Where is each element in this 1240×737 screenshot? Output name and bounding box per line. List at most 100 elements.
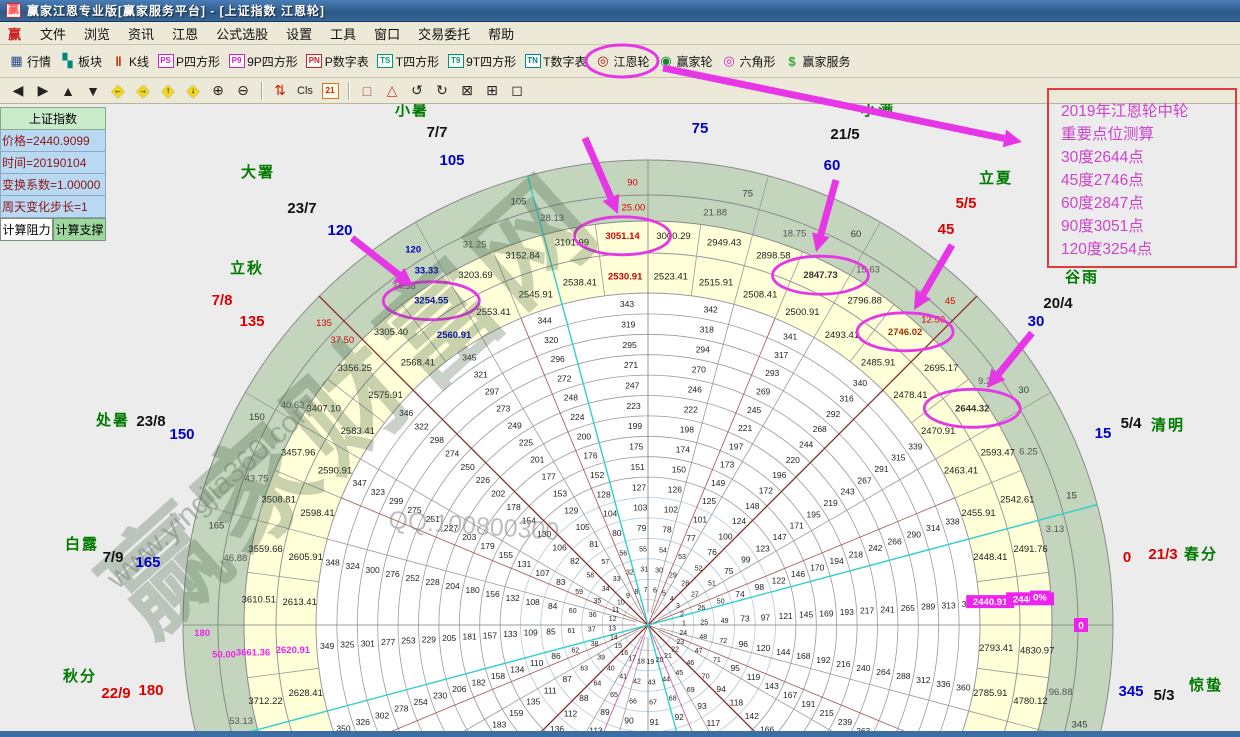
svg-text:2746.02: 2746.02 xyxy=(888,327,922,338)
calendar-button[interactable]: 21 xyxy=(318,80,342,102)
svg-text:218: 218 xyxy=(849,549,863,559)
svg-text:253: 253 xyxy=(401,636,415,646)
svg-text:151: 151 xyxy=(631,462,645,472)
svg-text:205: 205 xyxy=(442,633,456,643)
svg-text:惊蛰: 惊蛰 xyxy=(1189,676,1223,694)
svg-text:4: 4 xyxy=(670,596,674,603)
page-left-button[interactable]: ◀ xyxy=(6,80,30,102)
delete-box-button[interactable]: ⊠ xyxy=(455,80,479,102)
menu-item-1[interactable]: 浏览 xyxy=(75,22,119,45)
svg-text:3: 3 xyxy=(676,603,680,610)
svg-text:135: 135 xyxy=(239,313,264,330)
svg-text:2: 2 xyxy=(680,611,684,618)
svg-text:122: 122 xyxy=(772,576,786,586)
menu-item-0[interactable]: 文件 xyxy=(31,22,75,45)
svg-text:28: 28 xyxy=(681,581,689,588)
rotate-left-button[interactable]: ↺ xyxy=(405,80,429,102)
svg-text:15: 15 xyxy=(1095,425,1112,442)
shift-up-button[interactable]: ◆↑ xyxy=(156,80,180,102)
toolbar-button-P四方形[interactable]: PSP四方形 xyxy=(155,50,226,73)
toolbar-button-T四方形[interactable]: TST四方形 xyxy=(375,50,445,73)
svg-text:63: 63 xyxy=(580,666,588,673)
svg-text:60: 60 xyxy=(569,608,577,615)
svg-text:2500.91: 2500.91 xyxy=(785,307,819,318)
svg-text:0%: 0% xyxy=(1033,593,1047,604)
menu-item-7[interactable]: 窗口 xyxy=(365,22,409,45)
calc-support-button[interactable]: 计算支撑 xyxy=(53,218,106,241)
svg-text:2628.41: 2628.41 xyxy=(289,688,323,699)
time-axis-button[interactable]: ⇅ xyxy=(268,80,292,102)
screen-button[interactable]: ◻ xyxy=(505,80,529,102)
svg-text:125: 125 xyxy=(702,496,716,506)
shift-right-button[interactable]: ◆→ xyxy=(131,80,155,102)
t-square-badge: TS xyxy=(377,53,394,69)
down-button[interactable]: ▼ xyxy=(81,80,105,102)
toolbar-button-9T四方形[interactable]: T99T四方形 xyxy=(445,50,522,73)
svg-text:215: 215 xyxy=(820,708,834,718)
svg-text:86: 86 xyxy=(551,651,561,661)
svg-text:73: 73 xyxy=(740,614,750,624)
svg-text:30: 30 xyxy=(655,568,663,575)
svg-text:2847.73: 2847.73 xyxy=(803,270,837,281)
toolbar-button-板块[interactable]: ▚板块 xyxy=(57,50,108,73)
toolbar-button-江恩轮[interactable]: ◎江恩轮 xyxy=(592,50,655,73)
svg-text:345: 345 xyxy=(1118,683,1143,700)
toolbar-button-T数字表[interactable]: TNT数字表 xyxy=(522,50,592,73)
menu-item-6[interactable]: 工具 xyxy=(321,22,365,45)
svg-text:50.00: 50.00 xyxy=(212,650,236,661)
menu-item-8[interactable]: 交易委托 xyxy=(409,22,479,45)
svg-text:159: 159 xyxy=(509,708,523,718)
svg-text:43: 43 xyxy=(648,679,656,686)
toolbar-button-赢家轮[interactable]: ◉赢家轮 xyxy=(655,50,718,73)
toolbar-button-行情[interactable]: ▦行情 xyxy=(6,50,57,73)
svg-text:345: 345 xyxy=(1072,720,1088,731)
menu-item-9[interactable]: 帮助 xyxy=(479,22,523,45)
svg-text:20/4: 20/4 xyxy=(1043,295,1073,312)
svg-text:120: 120 xyxy=(327,222,352,239)
svg-text:152: 152 xyxy=(590,470,604,480)
up-button[interactable]: ▲ xyxy=(56,80,80,102)
toolbar-button-P数字表[interactable]: PNP数字表 xyxy=(304,50,375,73)
svg-text:341: 341 xyxy=(783,332,797,342)
menu-item-4[interactable]: 公式选股 xyxy=(207,22,277,45)
page-right-button[interactable]: ▶ xyxy=(31,80,55,102)
toolbar-button-label: 江恩轮 xyxy=(613,53,649,70)
zoom-in-button[interactable]: ⊕ xyxy=(206,80,230,102)
fit-button[interactable]: ⊞ xyxy=(480,80,504,102)
toolbar-button-六角形[interactable]: ◎六角形 xyxy=(719,50,782,73)
svg-text:124: 124 xyxy=(732,516,746,526)
svg-text:18: 18 xyxy=(637,658,645,665)
svg-text:268: 268 xyxy=(813,424,827,434)
shift-left-button[interactable]: ◆← xyxy=(106,80,130,102)
svg-text:8: 8 xyxy=(634,589,638,596)
toolbar-button-9P四方形[interactable]: P99P四方形 xyxy=(226,50,304,73)
menu-item-3[interactable]: 江恩 xyxy=(163,22,207,45)
svg-text:249: 249 xyxy=(508,420,522,430)
svg-text:110: 110 xyxy=(530,658,544,668)
svg-text:149: 149 xyxy=(711,478,725,488)
select-rect-button[interactable]: □ xyxy=(355,80,379,102)
menu-item-5[interactable]: 设置 xyxy=(277,22,321,45)
toolbar-button-赢家服务[interactable]: $赢家服务 xyxy=(782,50,857,73)
shift-down-button[interactable]: ◆↓ xyxy=(181,80,205,102)
svg-text:342: 342 xyxy=(704,305,718,315)
step-readout: 周天变化步长=1 xyxy=(0,196,106,218)
annotation-line: 45度2746点 xyxy=(1061,169,1235,192)
window-bottom-border xyxy=(0,731,1240,737)
cls-button[interactable]: Cls xyxy=(293,80,317,102)
menu-item-2[interactable]: 资讯 xyxy=(119,22,163,45)
svg-text:142: 142 xyxy=(745,711,759,721)
svg-text:2605.91: 2605.91 xyxy=(289,552,323,563)
svg-text:226: 226 xyxy=(476,475,490,485)
svg-text:61: 61 xyxy=(568,628,576,635)
zoom-out-button[interactable]: ⊖ xyxy=(231,80,255,102)
rotate-right-button[interactable]: ↻ xyxy=(430,80,454,102)
svg-text:2644.32: 2644.32 xyxy=(955,403,989,414)
svg-text:317: 317 xyxy=(774,350,788,360)
p-square-badge: PS xyxy=(157,53,174,69)
toolbar-button-K线[interactable]: ‖K线 xyxy=(108,50,155,73)
svg-text:312: 312 xyxy=(916,675,930,685)
triangle-tool-button[interactable]: △ xyxy=(380,80,404,102)
calc-resistance-button[interactable]: 计算阻力 xyxy=(0,218,53,241)
svg-text:104: 104 xyxy=(603,509,617,519)
